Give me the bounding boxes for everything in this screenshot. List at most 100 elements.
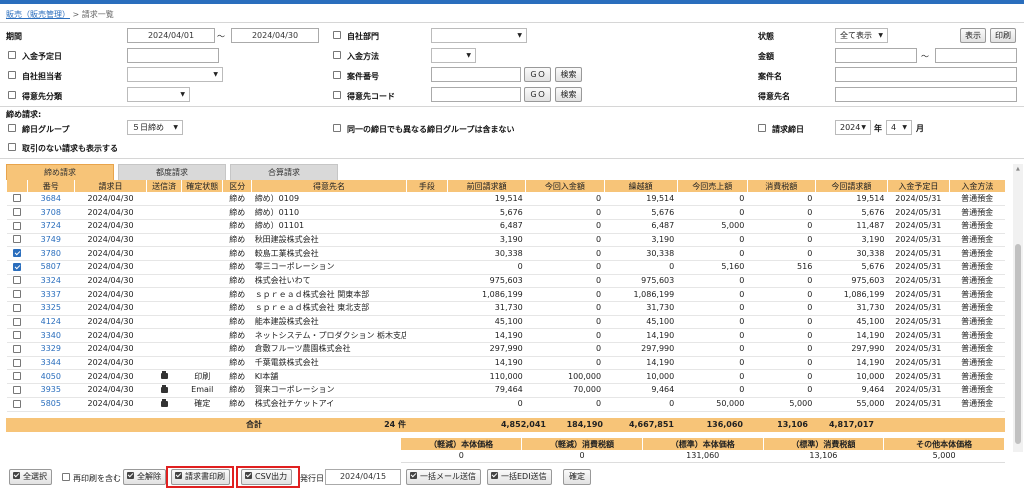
- table-row[interactable]: 3684 2024/04/30 締め 締め）0109 19,514 0 19,514 0 0 19…: [6, 192, 1005, 207]
- row-checkbox-cell[interactable]: [6, 342, 28, 357]
- row-checkbox[interactable]: [12, 385, 21, 394]
- dept-select[interactable]: ▼: [431, 28, 527, 43]
- invoice-number-link[interactable]: 3344: [27, 356, 75, 371]
- column-header[interactable]: 今回入金額: [525, 180, 605, 192]
- column-header[interactable]: 今回請求額: [814, 180, 888, 192]
- due-date-input[interactable]: [127, 48, 219, 63]
- table-row[interactable]: 3344 2024/04/30 締め 千葉電鉄株式会社 14,190 0 14,190 0 0 1…: [6, 356, 1005, 371]
- invoice-number-link[interactable]: 3935: [27, 383, 75, 398]
- table-scrollbar[interactable]: ▲: [1013, 164, 1023, 452]
- table-row[interactable]: 5807 2024/04/30 締め 零三コーポレーション 0 0 0 5,160 516 5,6…: [6, 260, 1005, 275]
- period-to-input[interactable]: 2024/04/30: [231, 28, 319, 43]
- row-checkbox-cell[interactable]: [6, 219, 28, 234]
- same-closing-checkbox[interactable]: [333, 124, 341, 132]
- confirm-button[interactable]: 確定: [563, 469, 591, 485]
- case-go-button[interactable]: ＧＯ: [524, 67, 551, 82]
- amount-from-input[interactable]: [835, 48, 917, 63]
- breadcrumb-parent-link[interactable]: 販売（販売管理）: [6, 10, 70, 19]
- table-row[interactable]: 3329 2024/04/30 締め 倉敷フルーツ農園株式会社 297,990 0 297,…: [6, 342, 1005, 357]
- case-name-input[interactable]: [835, 67, 1017, 82]
- staff-checkbox[interactable]: [8, 71, 16, 79]
- column-header[interactable]: [6, 180, 28, 192]
- billing-closing-checkbox[interactable]: [758, 124, 766, 132]
- bulk-mail-button[interactable]: 一括メール送信: [406, 469, 481, 485]
- dept-checkbox[interactable]: [333, 31, 341, 39]
- invoice-number-link[interactable]: 3337: [27, 287, 75, 302]
- row-checkbox[interactable]: [12, 249, 21, 258]
- invoice-number-link[interactable]: 3708: [27, 205, 75, 220]
- amount-to-input[interactable]: [935, 48, 1017, 63]
- row-checkbox[interactable]: [12, 344, 21, 353]
- scrollbar-thumb[interactable]: [1015, 244, 1021, 444]
- column-header[interactable]: 入金方法: [948, 180, 1005, 192]
- row-checkbox[interactable]: [12, 276, 21, 285]
- case-no-input[interactable]: [431, 67, 521, 82]
- column-header[interactable]: 今回売上額: [676, 180, 748, 192]
- column-header[interactable]: 確定状態: [181, 180, 223, 192]
- table-row[interactable]: 3780 2024/04/30 締め 較島工業株式会社 30,338 0 30,338 0 0 3…: [6, 246, 1005, 261]
- row-checkbox-cell[interactable]: [6, 369, 28, 385]
- invoice-number-link[interactable]: 5807: [27, 260, 75, 275]
- column-header[interactable]: 繰越額: [603, 180, 678, 192]
- table-row[interactable]: 3724 2024/04/30 締め 締め）01101 6,487 0 6,487 5,000…: [6, 219, 1005, 234]
- customer-code-checkbox[interactable]: [333, 91, 341, 99]
- issue-date-input[interactable]: 2024/04/15: [325, 469, 401, 485]
- table-row[interactable]: 3749 2024/04/30 締め 秋田建設株式会社 3,190 0 3,190 0 0 3,1…: [6, 233, 1005, 248]
- invoice-number-link[interactable]: 5805: [27, 397, 75, 412]
- row-checkbox-cell[interactable]: [6, 287, 28, 302]
- row-checkbox[interactable]: [12, 221, 21, 230]
- include-reprint-checkbox[interactable]: [62, 473, 70, 481]
- row-checkbox-cell[interactable]: [6, 233, 28, 248]
- row-checkbox[interactable]: [12, 303, 21, 312]
- table-row[interactable]: 4050 2024/04/30 印刷 締め KI本舗 110,000 100,000 10,0…: [6, 369, 1005, 385]
- column-header[interactable]: 手段: [405, 180, 448, 192]
- case-search-button[interactable]: 検索: [555, 67, 582, 82]
- table-row[interactable]: 3325 2024/04/30 締め ｓｐｒｅａｄ株式会社 東北支部 31,730 0 31…: [6, 301, 1005, 316]
- column-header[interactable]: 得意先名: [251, 180, 407, 192]
- invoice-number-link[interactable]: 3684: [27, 192, 75, 207]
- invoice-number-link[interactable]: 3329: [27, 342, 75, 357]
- invoice-number-link[interactable]: 4124: [27, 315, 75, 330]
- table-row[interactable]: 4124 2024/04/30 締め 能本建設株式会社 45,100 0 45,100 0 0 4…: [6, 315, 1005, 330]
- invoice-number-link[interactable]: 3749: [27, 233, 75, 248]
- invoice-number-link[interactable]: 3324: [27, 274, 75, 289]
- closing-group-select[interactable]: ５日締め ▼: [127, 120, 183, 135]
- column-header[interactable]: 入金予定日: [886, 180, 950, 192]
- print-button[interactable]: 印刷: [990, 28, 1016, 43]
- row-checkbox[interactable]: [12, 399, 21, 408]
- customer-code-input[interactable]: [431, 87, 521, 102]
- no-trade-checkbox[interactable]: [8, 143, 16, 151]
- deselect-all-button[interactable]: 全解除: [123, 469, 166, 485]
- column-header[interactable]: 番号: [26, 180, 75, 192]
- row-checkbox-cell[interactable]: [6, 246, 28, 261]
- period-from-input[interactable]: 2024/04/01: [127, 28, 215, 43]
- row-checkbox-cell[interactable]: [6, 260, 28, 275]
- column-header[interactable]: 送信済: [146, 180, 182, 192]
- row-checkbox-cell[interactable]: [6, 205, 28, 220]
- table-row[interactable]: 3324 2024/04/30 締め 株式会社いわて 975,603 0 975,603 0 0…: [6, 274, 1005, 289]
- row-checkbox-cell[interactable]: [6, 192, 28, 207]
- closing-group-checkbox[interactable]: [8, 124, 16, 132]
- column-header[interactable]: 請求日: [73, 180, 147, 192]
- row-checkbox[interactable]: [12, 331, 21, 340]
- column-header[interactable]: 前回請求額: [446, 180, 526, 192]
- table-row[interactable]: 3935 2024/04/30 Email 締め 賀来コーポレーション 79,464 70,…: [6, 383, 1005, 398]
- customer-category-select[interactable]: ▼: [127, 87, 190, 102]
- invoice-number-link[interactable]: 3724: [27, 219, 75, 234]
- row-checkbox-cell[interactable]: [6, 301, 28, 316]
- table-row[interactable]: 5805 2024/04/30 確定 締め 株式会社チケットアイ 0 0 0 50,000 5,0…: [6, 397, 1005, 412]
- due-date-checkbox[interactable]: [8, 51, 16, 59]
- table-row[interactable]: 3337 2024/04/30 締め ｓｐｒｅａｄ株式会社 関東本部 1,086,199…: [6, 287, 1005, 302]
- table-row[interactable]: 3708 2024/04/30 締め 締め）0110 5,676 0 5,676 0 0 5,67…: [6, 205, 1005, 220]
- month-select[interactable]: 4 ▼: [886, 120, 912, 135]
- select-all-button[interactable]: 全選択: [9, 469, 52, 485]
- bulk-edi-button[interactable]: 一括EDI送信: [487, 469, 552, 485]
- table-row[interactable]: 3340 2024/04/30 締め ネットシステム・プロダクション 栃木支店 14,1…: [6, 328, 1005, 344]
- customer-go-button[interactable]: ＧＯ: [524, 87, 551, 102]
- tab-closing-invoice[interactable]: 締め請求: [6, 164, 114, 180]
- row-checkbox[interactable]: [12, 194, 21, 203]
- row-checkbox[interactable]: [12, 290, 21, 299]
- invoice-number-link[interactable]: 3340: [27, 328, 75, 344]
- row-checkbox-cell[interactable]: [6, 274, 28, 289]
- row-checkbox[interactable]: [12, 208, 21, 217]
